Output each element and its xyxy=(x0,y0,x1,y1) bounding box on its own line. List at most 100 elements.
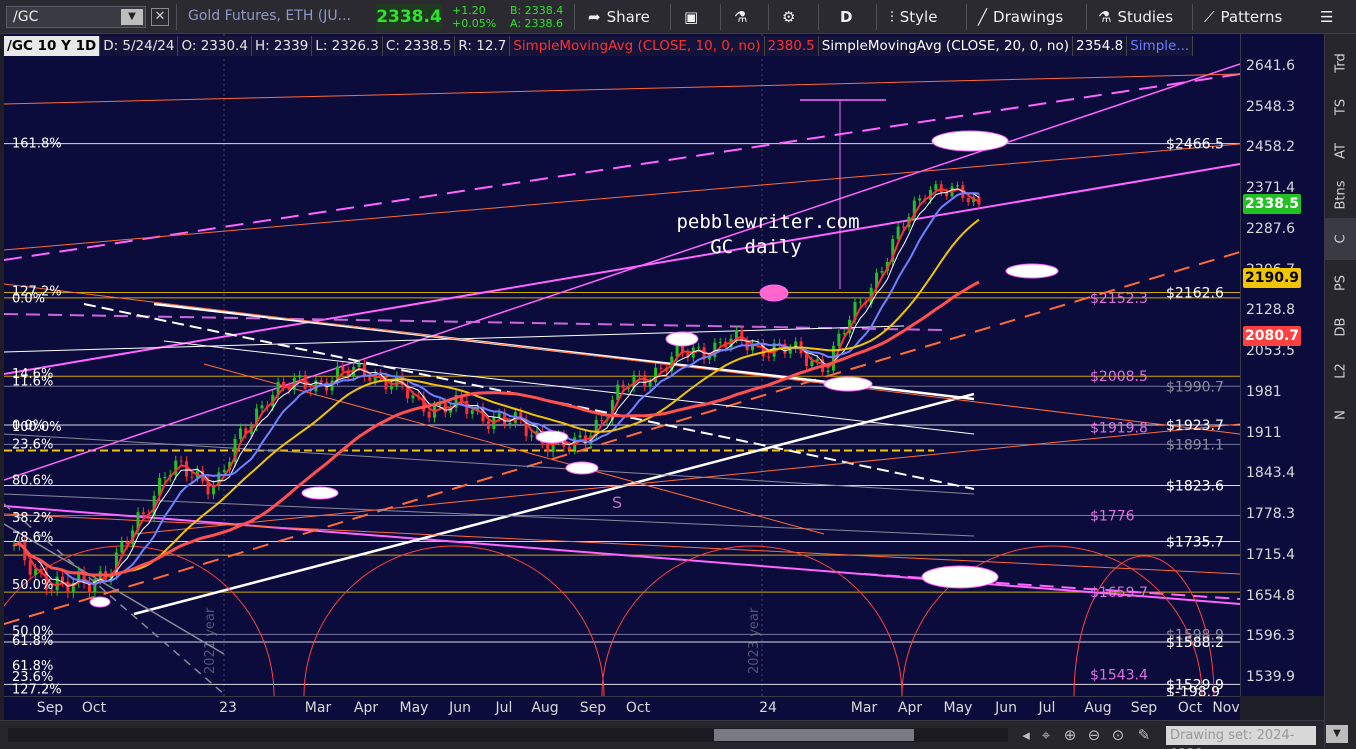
pan-left-icon[interactable]: ◂ xyxy=(1016,725,1036,745)
zoom-in-icon[interactable]: ⊕ xyxy=(1060,725,1080,745)
candle-body xyxy=(368,377,372,381)
level-label: $1776 xyxy=(1090,508,1135,524)
symbol-text: /GC xyxy=(13,9,39,25)
side-button-label: AT xyxy=(1333,143,1349,159)
bid-value: B: 2338.4 xyxy=(510,4,564,17)
scrollbar-thumb[interactable] xyxy=(714,729,914,741)
time-tick: Jul xyxy=(1038,700,1056,716)
side-button-ps[interactable]: PS xyxy=(1325,262,1356,304)
more-studies-label[interactable]: Simple... xyxy=(1127,36,1194,56)
side-button-trd[interactable]: Trd xyxy=(1325,42,1356,84)
candle-body xyxy=(508,422,512,424)
price-chart[interactable]: 2021 year 2023 year pebblewriter.com GC dai… xyxy=(4,34,1240,696)
level-label: $1543.4 xyxy=(1090,667,1148,683)
menu-button[interactable]: ☰ xyxy=(1320,6,1333,28)
drawings-button[interactable]: ╱ Drawings xyxy=(978,6,1063,28)
sma20-value: 2354.8 xyxy=(1072,36,1128,56)
time-tick: Sep xyxy=(579,700,607,716)
candle-body xyxy=(880,271,884,273)
chart-canvas[interactable]: 2021 year 2023 year pebblewriter.com GC dai… xyxy=(4,34,1240,696)
side-button-db[interactable]: DB xyxy=(1325,306,1356,348)
level-label: $1891.1 xyxy=(1166,437,1224,453)
side-button-c[interactable]: C xyxy=(1325,218,1356,260)
candle-body xyxy=(896,226,900,240)
pin-icon[interactable]: ✎ xyxy=(1134,725,1154,745)
time-tick: Oct xyxy=(81,700,107,716)
time-tick: Jun xyxy=(449,700,471,716)
candle-body xyxy=(767,356,771,358)
side-button-btns[interactable]: Btns xyxy=(1325,174,1356,216)
candle-body xyxy=(357,363,361,367)
drawing-set-selector[interactable]: Drawing set: 2024-0229 xyxy=(1166,726,1316,749)
style-button[interactable]: ⫶ Style xyxy=(890,6,937,28)
candle-body xyxy=(600,419,604,421)
candle-body xyxy=(697,347,701,349)
sma20-label[interactable]: SimpleMovingAvg (CLOSE, 20, 0, no) xyxy=(818,36,1073,56)
patterns-button[interactable]: ⟋ Patterns xyxy=(1204,6,1282,28)
candle-body xyxy=(546,443,550,453)
chevron-down-icon[interactable]: ▼ xyxy=(1326,725,1348,743)
price-tick: 1981 xyxy=(1246,383,1282,400)
horizontal-scrollbar[interactable] xyxy=(8,728,1008,742)
chart-symbol-label[interactable]: /GC 10 Y 1D xyxy=(4,36,101,56)
side-button-label: C xyxy=(1333,234,1349,244)
time-tick: Apr xyxy=(353,700,379,716)
side-button-n[interactable]: N xyxy=(1325,394,1356,436)
marker-ellipse xyxy=(565,461,599,475)
candle-body xyxy=(179,460,183,462)
divider xyxy=(768,4,769,30)
level-label: $1823.6 xyxy=(1166,479,1224,495)
flask-button[interactable]: ⚗ xyxy=(734,6,747,28)
side-button-label: DB xyxy=(1333,317,1349,337)
side-button-label: PS xyxy=(1333,274,1349,292)
sma10-value: 2380.5 xyxy=(764,36,819,56)
marker-ellipse xyxy=(89,596,111,608)
studies-button[interactable]: ⚗ Studies xyxy=(1098,6,1173,28)
candle-body xyxy=(298,375,302,378)
period-button[interactable]: D xyxy=(840,6,852,28)
price-tick: 2641.6 xyxy=(1246,58,1295,74)
candle-body xyxy=(120,541,124,553)
share-button[interactable]: ➦ Share xyxy=(588,6,650,28)
close-icon[interactable]: ✕ xyxy=(151,8,169,26)
candle-body xyxy=(675,344,679,357)
cursor-icon[interactable]: ⌖ xyxy=(1036,725,1056,745)
trend-line xyxy=(4,283,1240,435)
time-tick: Oct xyxy=(625,700,651,716)
price-tick: 1911 xyxy=(1246,424,1282,441)
zoom-reset-icon[interactable]: ⊙ xyxy=(1108,725,1128,745)
side-panel: Trd TS AT Btns C PS DB L2 N xyxy=(1324,34,1356,749)
sma10-label[interactable]: SimpleMovingAvg (CLOSE, 10, 0, no) xyxy=(510,36,765,56)
change-percent: +0.05% xyxy=(452,17,497,30)
side-button-ts[interactable]: TS xyxy=(1325,86,1356,128)
range-value: R: 12.7 xyxy=(455,36,511,56)
fib-label: 11.6% xyxy=(12,375,53,390)
side-button-label: Trd xyxy=(1333,53,1349,73)
fib-label: 100.0% xyxy=(12,420,62,435)
candle-body xyxy=(470,410,474,414)
side-button-label: N xyxy=(1333,410,1349,420)
level-label: $-198.9 xyxy=(1166,685,1220,696)
candle-body xyxy=(141,512,145,515)
style-label: Style xyxy=(899,8,938,26)
zoom-out-icon[interactable]: ⊖ xyxy=(1084,725,1104,745)
fib-label: 80.6% xyxy=(12,473,53,488)
side-button-l2[interactable]: L2 xyxy=(1325,350,1356,392)
price-tick: 1778.3 xyxy=(1246,506,1295,523)
settings-button[interactable]: ⚙ xyxy=(782,6,795,28)
divider xyxy=(574,4,575,30)
side-button-at[interactable]: AT xyxy=(1325,130,1356,172)
time-tick: Apr xyxy=(897,700,923,716)
watermark-line2: GC daily xyxy=(710,236,802,258)
time-axis[interactable]: Sep Oct 23 Mar Apr May Jun Jul Aug Sep Oct 24 Mar Apr… xyxy=(4,696,1240,720)
chevron-down-icon[interactable]: ▼ xyxy=(121,9,143,25)
data-box-button[interactable]: ▣ xyxy=(684,6,698,28)
candle-body xyxy=(530,435,534,437)
candle-body xyxy=(190,476,194,478)
candle-body xyxy=(837,333,841,346)
symbol-selector[interactable]: /GC ▼ xyxy=(6,6,146,28)
watermark-line1: pebblewriter.com xyxy=(676,211,859,233)
candle-body xyxy=(955,185,959,187)
price-axis[interactable]: 2641.62548.32458.22371.42287.62206.72128… xyxy=(1240,34,1324,696)
time-tick: Jun xyxy=(995,700,1017,716)
